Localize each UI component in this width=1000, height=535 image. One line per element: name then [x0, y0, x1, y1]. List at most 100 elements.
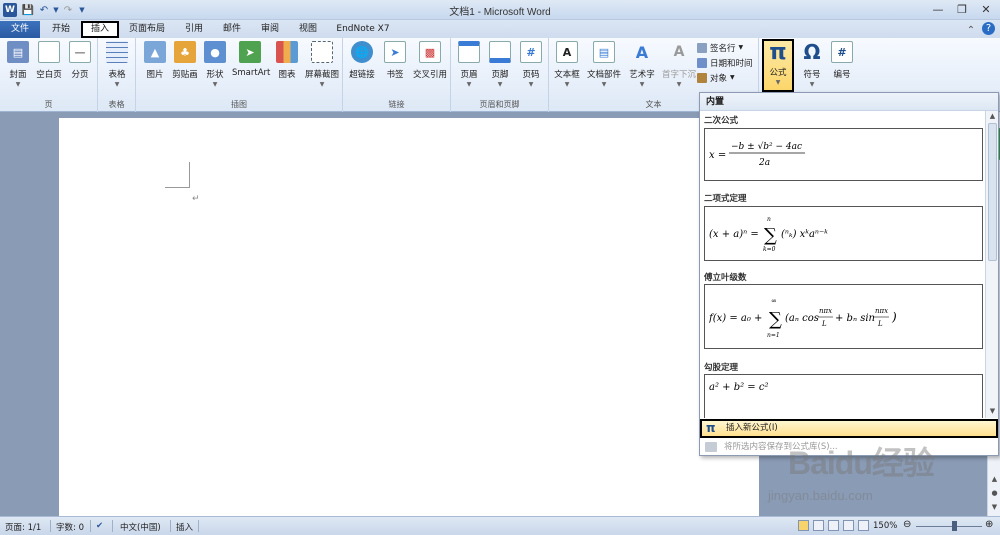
svg-text:k=0: k=0	[763, 246, 776, 253]
status-bar: 页面: 1/1 字数: 0 ✔ 中文(中国) 插入 150% ⊖ ⊕	[0, 516, 1000, 535]
gallery-scroll-up-icon[interactable]: ▲	[987, 111, 998, 122]
svg-text:nπx: nπx	[875, 307, 888, 315]
bookmark-button[interactable]: ➤ 书签	[380, 41, 410, 91]
picture-icon: ▲	[144, 41, 166, 63]
smartart-button[interactable]: ➤ SmartArt	[232, 41, 270, 91]
cross-reference-icon: ▩	[419, 41, 441, 63]
cross-reference-button[interactable]: ▩ 交叉引用	[413, 41, 447, 91]
svg-text:L: L	[821, 320, 827, 328]
tab-insert[interactable]: 插入	[81, 21, 119, 38]
margin-corner-horizontal	[165, 187, 190, 188]
svg-text:+ bₙ sin: + bₙ sin	[835, 313, 875, 324]
dropcap-button[interactable]: A 首字下沉 ▼	[661, 41, 697, 91]
browse-object-icon[interactable]: ●	[989, 488, 1000, 499]
prev-page-icon[interactable]: ▲	[989, 474, 1000, 485]
pythagorean-formula: a² + b² = c²	[709, 379, 789, 398]
equation-title-pythagorean: 勾股定理	[704, 363, 739, 373]
quadratic-formula: x = −b ± √b² − 4ac 2a	[709, 138, 819, 175]
hyperlink-button[interactable]: 🌐 超链接	[347, 41, 377, 91]
pi-icon: π	[706, 421, 716, 435]
textbox-button[interactable]: A 文本框 ▼	[552, 41, 582, 91]
next-page-icon[interactable]: ▼	[989, 502, 1000, 513]
clipart-button[interactable]: ♣ 剪贴画	[170, 41, 200, 91]
links-group: 🌐 超链接 ➤ 书签 ▩ 交叉引用 链接	[343, 38, 451, 112]
equation-item-quadratic[interactable]: x = −b ± √b² − 4ac 2a	[704, 128, 983, 181]
page-break-icon: —	[69, 41, 91, 63]
cover-page-icon: ▤	[7, 41, 29, 63]
header-footer-group-label: 页眉和页脚	[479, 100, 520, 109]
table-button[interactable]: 表格 ▼	[102, 41, 132, 91]
svg-text:∞: ∞	[771, 297, 777, 305]
header-button[interactable]: 页眉 ▼	[454, 41, 484, 91]
links-group-label: 链接	[388, 100, 405, 109]
clipart-icon: ♣	[174, 41, 196, 63]
page-group: ▤ 封面 ▼ 空白页 — 分页 页	[0, 38, 98, 112]
outline-view-icon[interactable]	[843, 520, 854, 531]
chart-button[interactable]: 图表	[272, 41, 302, 91]
zoom-out-icon[interactable]: ⊖	[903, 519, 911, 530]
equation-item-fourier[interactable]: f(x) = a₀ + ∑ ∞ n=1 (aₙ cos nπx L + bₙ s…	[704, 284, 983, 349]
tab-endnote[interactable]: EndNote X7	[332, 21, 394, 38]
equation-item-pythagorean[interactable]: a² + b² = c²	[704, 374, 983, 418]
tab-review[interactable]: 审阅	[255, 21, 285, 38]
wordart-button[interactable]: A 艺术字 ▼	[625, 41, 659, 91]
gallery-scroll-down-icon[interactable]: ▼	[987, 406, 998, 417]
object-button[interactable]: 对象 ▼	[697, 71, 735, 84]
gallery-scroll-thumb[interactable]	[988, 123, 997, 261]
language-indicator[interactable]: 中文(中国)	[120, 521, 161, 533]
draft-view-icon[interactable]	[858, 520, 869, 531]
tab-view[interactable]: 视图	[293, 21, 323, 38]
cover-page-button[interactable]: ▤ 封面 ▼	[3, 41, 33, 91]
help-icon[interactable]: ?	[982, 22, 995, 35]
omega-icon: Ω	[803, 40, 821, 64]
zoom-level[interactable]: 150%	[873, 521, 897, 531]
minimize-ribbon-icon[interactable]: ⌃	[964, 23, 978, 37]
gallery-scrollbar[interactable]: ▲ ▼	[985, 111, 998, 418]
tab-file[interactable]: 文件	[0, 21, 40, 38]
tab-page-layout[interactable]: 页面布局	[124, 21, 170, 38]
minimize-button[interactable]: —	[926, 1, 950, 17]
insert-mode-indicator[interactable]: 插入	[176, 521, 193, 533]
screenshot-button[interactable]: 屏幕截图 ▼	[304, 41, 340, 91]
equation-item-binomial[interactable]: (x + a)ⁿ = ∑ n k=0 (ⁿₖ) xᵏaⁿ⁻ᵏ	[704, 206, 983, 261]
close-button[interactable]: ✕	[974, 1, 998, 17]
svg-text:): )	[891, 310, 897, 324]
signature-line-button[interactable]: 签名行 ▼	[697, 41, 743, 54]
maximize-button[interactable]: ❐	[950, 1, 974, 17]
symbol-button[interactable]: Ω 符号 ▼	[797, 40, 827, 91]
tab-references[interactable]: 引用	[179, 21, 209, 38]
shapes-icon: ●	[204, 41, 226, 63]
page-break-button[interactable]: — 分页	[65, 41, 95, 91]
web-layout-view-icon[interactable]	[828, 520, 839, 531]
svg-text:x =: x =	[709, 150, 726, 161]
word-count[interactable]: 字数: 0	[56, 521, 84, 533]
svg-text:(ⁿₖ) xᵏaⁿ⁻ᵏ: (ⁿₖ) xᵏaⁿ⁻ᵏ	[781, 229, 828, 240]
zoom-in-icon[interactable]: ⊕	[985, 519, 993, 530]
full-screen-view-icon[interactable]	[813, 520, 824, 531]
calendar-icon	[697, 57, 707, 68]
quick-parts-icon: ▤	[593, 41, 615, 63]
proofing-icon[interactable]: ✔	[96, 521, 103, 531]
page-count[interactable]: 页面: 1/1	[5, 521, 41, 533]
shapes-button[interactable]: ● 形状 ▼	[200, 41, 230, 91]
svg-text:(aₙ cos: (aₙ cos	[785, 313, 819, 324]
zoom-slider-thumb[interactable]	[952, 521, 957, 531]
blank-page-button[interactable]: 空白页	[34, 41, 64, 91]
tab-mailings[interactable]: 邮件	[217, 21, 247, 38]
quick-parts-button[interactable]: ▤ 文档部件 ▼	[586, 41, 622, 91]
print-layout-view-icon[interactable]	[798, 520, 809, 531]
window-title: 文档1 - Microsoft Word	[449, 7, 551, 18]
zoom-slider[interactable]	[916, 526, 982, 527]
numbering-button[interactable]: # 编号	[827, 41, 857, 91]
illustrations-group-label: 插图	[231, 100, 247, 109]
svg-text:a² + b² = c²: a² + b² = c²	[709, 382, 768, 393]
document-page[interactable]: ↵	[59, 118, 759, 516]
tab-home[interactable]: 开始	[46, 21, 76, 38]
date-time-button[interactable]: 日期和时间	[697, 56, 753, 69]
picture-button[interactable]: ▲ 图片	[140, 41, 170, 91]
page-number-button[interactable]: # 页码 ▼	[516, 41, 546, 91]
wordart-icon: A	[635, 42, 649, 62]
footer-button[interactable]: 页脚 ▼	[485, 41, 515, 91]
equation-button[interactable]: π 公式 ▼	[762, 39, 794, 92]
illustrations-group: ▲ 图片 ♣ 剪贴画 ● 形状 ▼ ➤ SmartArt 图表 屏幕截图 ▼ 插图	[136, 38, 343, 112]
